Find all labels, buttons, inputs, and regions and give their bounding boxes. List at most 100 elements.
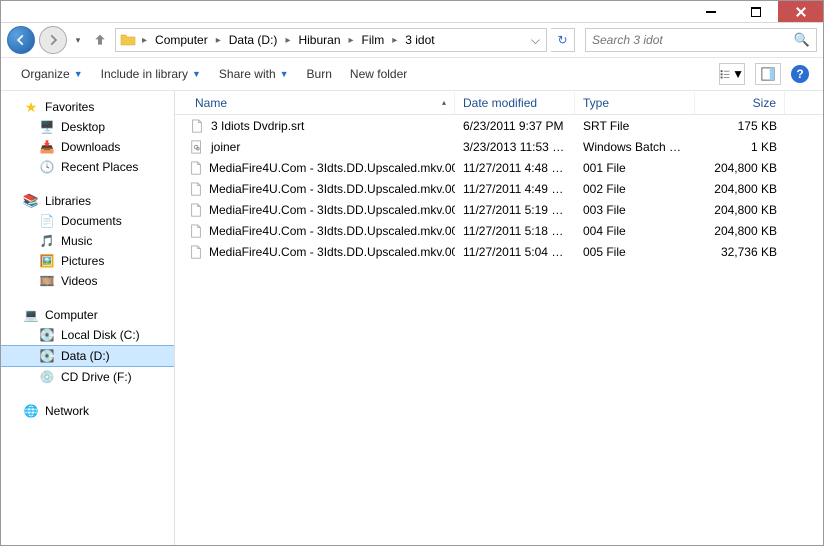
file-row[interactable]: MediaFire4U.Com - 3Idts.DD.Upscaled.mkv.…: [175, 157, 823, 178]
address-dropdown[interactable]: ⌵: [527, 33, 544, 48]
file-type-cell: 005 File: [575, 243, 695, 261]
file-name-cell: MediaFire4U.Com - 3Idts.DD.Upscaled.mkv.…: [175, 179, 455, 199]
file-icon: [189, 202, 203, 218]
file-icon: [189, 160, 203, 176]
chevron-down-icon: ▾: [76, 35, 81, 46]
share-with-menu[interactable]: Share with▼: [213, 63, 295, 85]
minimize-button[interactable]: [688, 1, 733, 22]
chevron-right-icon: ▸: [347, 35, 356, 46]
pictures-icon: 🖼️: [39, 253, 55, 269]
chevron-right-icon: ▸: [390, 35, 399, 46]
forward-button[interactable]: [39, 26, 67, 54]
breadcrumb-segment[interactable]: Computer: [151, 31, 212, 49]
sidebar-group-label: Network: [45, 404, 89, 418]
maximize-button[interactable]: [733, 1, 778, 22]
sidebar-group-computer[interactable]: 💻 Computer: [1, 305, 174, 325]
file-name-text: MediaFire4U.Com - 3Idts.DD.Upscaled.mkv.…: [209, 161, 455, 175]
preview-pane-icon: [761, 67, 775, 81]
file-name-cell: MediaFire4U.Com - 3Idts.DD.Upscaled.mkv.…: [175, 221, 455, 241]
chevron-right-icon: ▸: [283, 35, 292, 46]
file-name-text: MediaFire4U.Com - 3Idts.DD.Upscaled.mkv.…: [209, 224, 455, 238]
sidebar-group-favorites[interactable]: ★ Favorites: [1, 97, 174, 117]
refresh-icon: ↻: [557, 33, 567, 47]
desktop-icon: 🖥️: [39, 119, 55, 135]
breadcrumb-segment[interactable]: Film: [358, 31, 389, 49]
view-options-button[interactable]: ▼: [719, 63, 745, 85]
sidebar-group-libraries[interactable]: 📚 Libraries: [1, 191, 174, 211]
file-date-cell: 11/27/2011 4:49 PM: [455, 180, 575, 198]
file-icon: [189, 223, 203, 239]
navigation-pane: ★ Favorites 🖥️Desktop 📥Downloads 🕓Recent…: [1, 91, 175, 545]
sidebar-item-local-disk-c[interactable]: 💽Local Disk (C:): [1, 325, 174, 345]
videos-icon: 🎞️: [39, 273, 55, 289]
column-header-date[interactable]: Date modified: [455, 92, 575, 114]
burn-button[interactable]: Burn: [301, 63, 338, 85]
file-list[interactable]: 3 Idiots Dvdrip.srt6/23/2011 9:37 PMSRT …: [175, 115, 823, 545]
sidebar-item-downloads[interactable]: 📥Downloads: [1, 137, 174, 157]
file-size-cell: 32,736 KB: [695, 243, 785, 261]
file-row[interactable]: 3 Idiots Dvdrip.srt6/23/2011 9:37 PMSRT …: [175, 115, 823, 136]
file-date-cell: 11/27/2011 4:48 PM: [455, 159, 575, 177]
file-name-text: 3 Idiots Dvdrip.srt: [211, 119, 304, 133]
file-date-cell: 11/27/2011 5:19 PM: [455, 201, 575, 219]
file-type-cell: SRT File: [575, 117, 695, 135]
address-bar[interactable]: ▸ Computer ▸ Data (D:) ▸ Hiburan ▸ Film …: [115, 28, 547, 52]
sidebar-item-videos[interactable]: 🎞️Videos: [1, 271, 174, 291]
file-name-text: MediaFire4U.Com - 3Idts.DD.Upscaled.mkv.…: [209, 245, 455, 259]
sidebar-item-pictures[interactable]: 🖼️Pictures: [1, 251, 174, 271]
music-icon: 🎵: [39, 233, 55, 249]
file-name-text: MediaFire4U.Com - 3Idts.DD.Upscaled.mkv.…: [209, 203, 455, 217]
file-row[interactable]: MediaFire4U.Com - 3Idts.DD.Upscaled.mkv.…: [175, 199, 823, 220]
file-row[interactable]: joiner3/23/2013 11:53 PMWindows Batch Fi…: [175, 136, 823, 157]
star-icon: ★: [23, 99, 39, 115]
sidebar-group-network[interactable]: 🌐 Network: [1, 401, 174, 421]
include-in-library-menu[interactable]: Include in library▼: [95, 63, 207, 85]
column-header-name[interactable]: Name▴: [175, 92, 455, 114]
search-input[interactable]: [592, 33, 794, 47]
breadcrumb-segment[interactable]: Data (D:): [225, 31, 282, 49]
sidebar-item-music[interactable]: 🎵Music: [1, 231, 174, 251]
file-row[interactable]: MediaFire4U.Com - 3Idts.DD.Upscaled.mkv.…: [175, 178, 823, 199]
column-header-size[interactable]: Size: [695, 92, 785, 114]
file-row[interactable]: MediaFire4U.Com - 3Idts.DD.Upscaled.mkv.…: [175, 220, 823, 241]
up-button[interactable]: [89, 29, 111, 51]
disk-icon: 💽: [39, 348, 55, 364]
column-header-type[interactable]: Type: [575, 92, 695, 114]
file-row[interactable]: MediaFire4U.Com - 3Idts.DD.Upscaled.mkv.…: [175, 241, 823, 262]
sidebar-item-documents[interactable]: 📄Documents: [1, 211, 174, 231]
organize-menu[interactable]: Organize▼: [15, 63, 89, 85]
sort-ascending-icon: ▴: [442, 98, 446, 107]
sidebar-item-desktop[interactable]: 🖥️Desktop: [1, 117, 174, 137]
new-folder-button[interactable]: New folder: [344, 63, 413, 85]
file-date-cell: 11/27/2011 5:04 PM: [455, 243, 575, 261]
file-name-cell: MediaFire4U.Com - 3Idts.DD.Upscaled.mkv.…: [175, 158, 455, 178]
close-icon: [795, 6, 807, 18]
column-headers: Name▴ Date modified Type Size: [175, 91, 823, 115]
search-icon: 🔍: [794, 32, 810, 48]
file-type-cell: 003 File: [575, 201, 695, 219]
maximize-icon: [751, 7, 761, 17]
sidebar-group-label: Computer: [45, 308, 98, 322]
history-dropdown[interactable]: ▾: [71, 35, 85, 46]
navigation-bar: ▾ ▸ Computer ▸ Data (D:) ▸ Hiburan ▸ Fil…: [1, 23, 823, 57]
back-button[interactable]: [7, 26, 35, 54]
documents-icon: 📄: [39, 213, 55, 229]
chevron-down-icon: ▼: [192, 69, 201, 79]
refresh-button[interactable]: ↻: [551, 28, 575, 52]
chevron-down-icon: ▼: [732, 67, 744, 81]
sidebar-item-data-d[interactable]: 💽Data (D:): [1, 345, 174, 367]
breadcrumb-segment[interactable]: Hiburan: [294, 31, 344, 49]
chevron-right-icon: ▸: [214, 35, 223, 46]
preview-pane-button[interactable]: [755, 63, 781, 85]
close-button[interactable]: [778, 1, 823, 22]
breadcrumb-segment[interactable]: 3 idot: [401, 31, 438, 49]
help-button[interactable]: ?: [791, 65, 809, 83]
file-type-cell: 004 File: [575, 222, 695, 240]
sidebar-item-recent-places[interactable]: 🕓Recent Places: [1, 157, 174, 177]
file-size-cell: 204,800 KB: [695, 201, 785, 219]
search-box[interactable]: 🔍: [585, 28, 817, 52]
sidebar-item-cd-drive-f[interactable]: 💿CD Drive (F:): [1, 367, 174, 387]
file-name-text: joiner: [211, 140, 240, 154]
sidebar-group-label: Favorites: [45, 100, 94, 114]
disk-icon: 💽: [39, 327, 55, 343]
